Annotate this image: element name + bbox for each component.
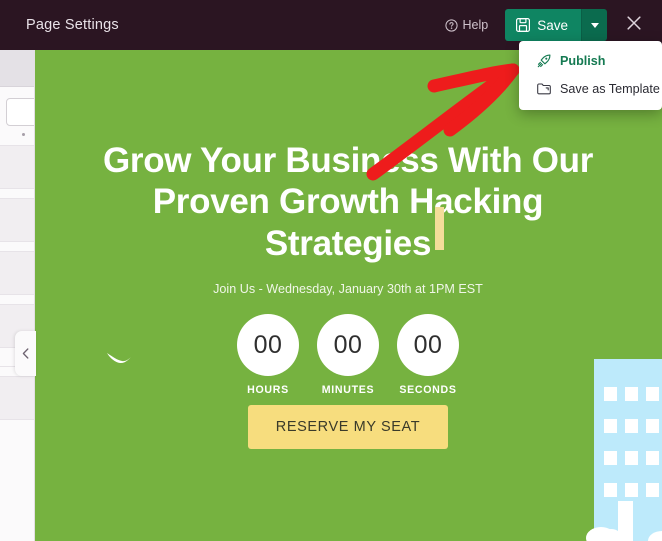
countdown-value-minutes: 00 bbox=[317, 314, 379, 376]
help-button[interactable]: Help bbox=[444, 18, 489, 32]
sidebar-item-2[interactable] bbox=[0, 198, 34, 242]
landing-page-canvas[interactable]: Grow Your Business With Our Proven Growt… bbox=[34, 50, 662, 541]
help-label: Help bbox=[462, 18, 489, 32]
close-icon bbox=[626, 15, 642, 36]
sidebar-header bbox=[0, 50, 34, 87]
save-button[interactable]: Save bbox=[505, 9, 581, 41]
save-dropdown-menu[interactable]: Publish Save as Template bbox=[519, 41, 662, 110]
sidebar-bullet-icon bbox=[22, 133, 25, 136]
page-headline[interactable]: Grow Your Business With Our Proven Growt… bbox=[34, 140, 662, 264]
page-title: Page Settings bbox=[26, 17, 119, 33]
menu-item-save-as-template-label: Save as Template bbox=[560, 82, 660, 96]
menu-item-save-as-template[interactable]: Save as Template bbox=[519, 75, 662, 103]
sidebar-item-3[interactable] bbox=[0, 251, 34, 295]
save-button-group[interactable]: Save bbox=[505, 9, 607, 41]
chevron-down-icon bbox=[590, 22, 599, 28]
countdown-unit-minutes[interactable]: 00 MINUTES bbox=[317, 314, 379, 396]
countdown-value-hours: 00 bbox=[237, 314, 299, 376]
menu-item-publish[interactable]: Publish bbox=[519, 47, 662, 75]
close-button[interactable] bbox=[623, 14, 645, 36]
save-label: Save bbox=[537, 17, 568, 33]
countdown-label-hours: HOURS bbox=[247, 384, 289, 396]
rocket-icon bbox=[537, 54, 551, 68]
cloud-shape-3 bbox=[648, 531, 662, 541]
save-disk-icon bbox=[516, 18, 531, 32]
sidebar-item-5[interactable] bbox=[0, 376, 34, 420]
question-circle-icon bbox=[444, 18, 458, 32]
countdown-label-minutes: MINUTES bbox=[321, 384, 375, 396]
menu-item-publish-label: Publish bbox=[560, 54, 606, 68]
countdown-unit-hours[interactable]: 00 HOURS bbox=[237, 314, 299, 396]
settings-sidebar[interactable] bbox=[0, 50, 35, 541]
page-settings-window: Grow Your Business With Our Proven Growt… bbox=[0, 0, 662, 541]
countdown-label-seconds: SECONDS bbox=[399, 384, 457, 396]
bird-icon bbox=[106, 350, 132, 371]
countdown-value-seconds: 00 bbox=[397, 314, 459, 376]
text-cursor-caret bbox=[435, 207, 444, 250]
chevron-left-icon bbox=[22, 348, 29, 359]
cta-row: RESERVE MY SEAT bbox=[34, 405, 662, 449]
page-subheadline[interactable]: Join Us - Wednesday, January 30th at 1PM… bbox=[34, 282, 662, 296]
sidebar-item-1[interactable] bbox=[0, 145, 34, 189]
folder-icon bbox=[537, 83, 551, 95]
save-dropdown-toggle[interactable] bbox=[581, 9, 607, 41]
sidebar-collapse-toggle[interactable] bbox=[15, 331, 36, 376]
reserve-my-seat-button[interactable]: RESERVE MY SEAT bbox=[247, 405, 449, 449]
building-illustration bbox=[586, 359, 662, 541]
countdown-unit-seconds[interactable]: 00 SECONDS bbox=[397, 314, 459, 396]
sidebar-search-input[interactable] bbox=[6, 98, 34, 126]
cloud-shape-2 bbox=[600, 529, 622, 541]
